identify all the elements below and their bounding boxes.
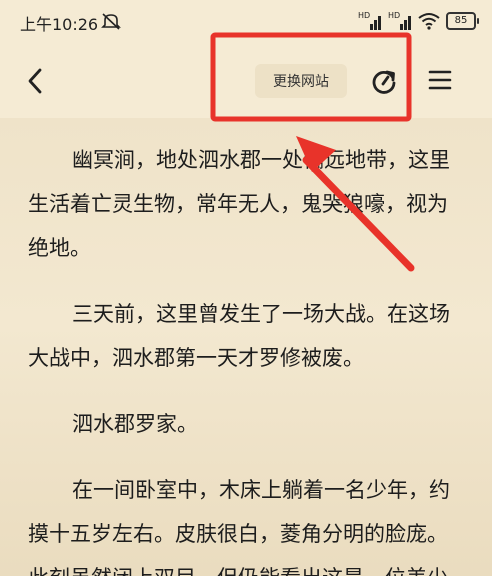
switch-site-button[interactable]: 更换网站: [255, 64, 347, 98]
menu-icon[interactable]: [428, 68, 452, 92]
battery-icon: 85: [446, 12, 479, 30]
chevron-left-icon[interactable]: [22, 64, 50, 98]
refresh-icon[interactable]: [369, 66, 399, 96]
chapter-paragraph: 泗水郡罗家。: [72, 412, 198, 436]
reader-content[interactable]: 幽冥涧，地处泗水郡一处偏远地带，这里生活着亡灵生物，常年无人，鬼哭狼嚎，视为绝地…: [0, 118, 492, 576]
status-indicators: HD HD 85: [358, 11, 479, 31]
chapter-paragraph: 在一间卧室中，木床上躺着一名少年，约摸十五岁左右。皮肤很白，菱角分明的脸庞。此刻…: [28, 478, 450, 576]
chapter-paragraph: 幽冥涧，地处泗水郡一处偏远地带，这里生活着亡灵生物，常年无人，鬼哭狼嚎，视为绝地…: [28, 148, 450, 260]
mute-icon: [101, 13, 121, 30]
reader-toolbar: 更换网站: [0, 44, 492, 118]
signal-icon: HD: [388, 11, 412, 30]
signal-label: HD: [358, 11, 371, 20]
status-time: 上午10:26: [20, 15, 99, 34]
signal-label: HD: [388, 11, 401, 20]
battery-level: 85: [454, 15, 468, 26]
signal-icon: HD: [358, 11, 382, 30]
status-bar: 上午10:26 HD HD 85: [0, 0, 492, 44]
chapter-paragraph: 三天前，这里曾发生了一场大战。在这场大战中，泗水郡第一天才罗修被废。: [28, 302, 450, 370]
wifi-icon: [418, 13, 440, 30]
